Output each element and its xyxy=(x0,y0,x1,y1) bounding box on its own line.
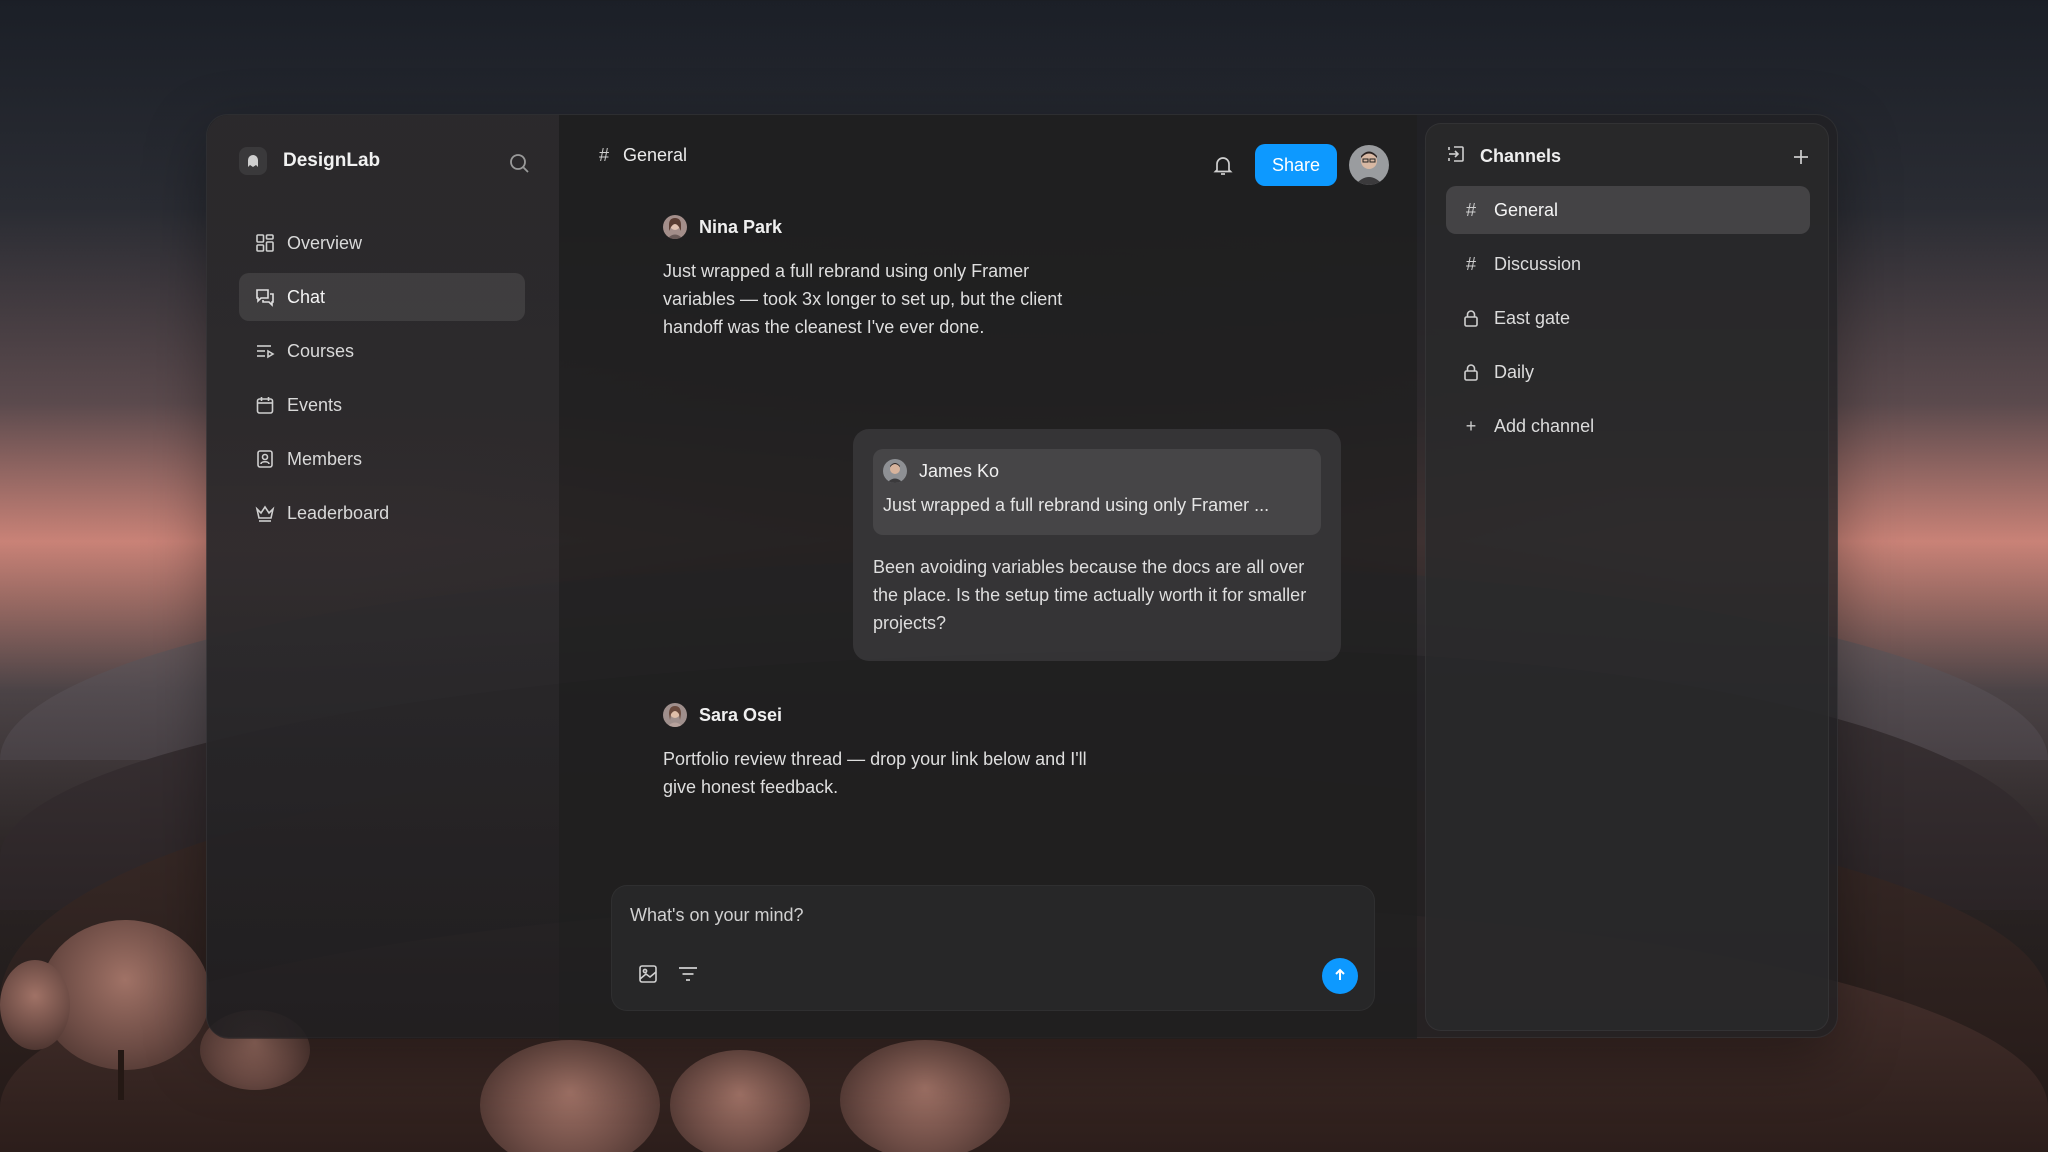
sidebar-item-label: Members xyxy=(287,448,363,469)
sidebar-item-events[interactable]: Events xyxy=(239,381,525,429)
channel-label: Daily xyxy=(1494,361,1535,382)
quote-text: Just wrapped a full rebrand using only F… xyxy=(883,495,1270,515)
hash-icon: # xyxy=(1465,199,1476,220)
message-author-name: Sara Osei xyxy=(699,704,783,725)
background-tree xyxy=(0,960,70,1050)
sidebar-item-chat[interactable]: Chat xyxy=(239,273,525,321)
image-icon[interactable] xyxy=(636,962,660,986)
members-icon xyxy=(255,449,275,469)
add-channel-plus-icon[interactable] xyxy=(1790,146,1812,168)
lock-icon xyxy=(1462,363,1480,381)
message-input[interactable] xyxy=(630,900,1330,930)
avatar[interactable] xyxy=(883,459,907,483)
lock-icon xyxy=(1462,309,1480,327)
sidebar-item-label: Courses xyxy=(287,340,355,361)
sidebar-item-overview[interactable]: Overview xyxy=(239,219,525,267)
share-button[interactable]: Share xyxy=(1255,144,1337,186)
brand-name: DesignLab xyxy=(283,150,381,171)
sidebar-item-label: Events xyxy=(287,394,343,415)
plus-icon: + xyxy=(1465,415,1477,436)
channel-item-discussion[interactable]: # Discussion xyxy=(1446,240,1810,288)
reply-card: James Ko Just wrapped a full rebrand usi… xyxy=(853,429,1341,661)
sidebar-item-label: Chat xyxy=(287,286,326,307)
page-title: General xyxy=(623,145,688,165)
calendar-icon xyxy=(255,395,275,415)
arrow-up-icon xyxy=(1332,967,1348,986)
sidebar: DesignLab Overview Chat Courses Events M… xyxy=(207,115,559,1039)
quoted-message[interactable]: James Ko Just wrapped a full rebrand usi… xyxy=(873,449,1321,535)
hash-icon: # xyxy=(1465,253,1476,274)
message-author-name: Nina Park xyxy=(699,216,783,237)
channel-label: East gate xyxy=(1494,307,1571,328)
sidebar-item-leaderboard[interactable]: Leaderboard xyxy=(239,489,525,537)
channels-title: Channels xyxy=(1480,146,1562,166)
sidebar-nav: Overview Chat Courses Events Members Lea… xyxy=(239,219,525,543)
reply-text: Been avoiding variables because the docs… xyxy=(873,557,1307,633)
bell-icon[interactable] xyxy=(1211,153,1235,177)
filter-icon[interactable] xyxy=(676,962,700,986)
courses-icon xyxy=(255,341,275,361)
sidebar-item-label: Leaderboard xyxy=(287,502,390,523)
message-item: Sara Osei Portfolio review thread — drop… xyxy=(663,703,1103,801)
background-tree-trunk xyxy=(118,1050,124,1100)
channel-list: # General # Discussion East gate Daily +… xyxy=(1446,186,1810,456)
channels-header: Channels xyxy=(1446,144,1561,169)
avatar[interactable] xyxy=(663,703,687,727)
channel-item-general[interactable]: # General xyxy=(1446,186,1810,234)
add-channel-button[interactable]: + Add channel xyxy=(1446,402,1810,450)
channel-item-east-gate[interactable]: East gate xyxy=(1446,294,1810,342)
channel-item-daily[interactable]: Daily xyxy=(1446,348,1810,396)
message-composer xyxy=(611,885,1375,1011)
background-tree xyxy=(840,1040,1010,1152)
message-text: Portfolio review thread — drop your link… xyxy=(663,749,1087,797)
sidebar-item-members[interactable]: Members xyxy=(239,435,525,483)
message-author: Sara Osei xyxy=(663,703,1103,727)
channels-icon xyxy=(1446,144,1466,169)
message-item: Nina Park Just wrapped a full rebrand us… xyxy=(663,215,1103,341)
background-tree xyxy=(670,1050,810,1152)
avatar[interactable] xyxy=(1349,145,1389,185)
message-author: Nina Park xyxy=(663,215,1103,239)
send-button[interactable] xyxy=(1322,958,1358,994)
channel-hash-icon: # xyxy=(599,145,610,165)
channel-label: General xyxy=(1494,199,1559,220)
message-text: Just wrapped a full rebrand using only F… xyxy=(663,261,1063,337)
crown-icon xyxy=(255,503,275,523)
chat-icon xyxy=(255,287,275,307)
quote-author: James Ko xyxy=(883,459,1311,483)
channels-panel: Channels # General # Discussion East gat… xyxy=(1425,123,1829,1031)
brand-logo-icon xyxy=(239,147,267,175)
sidebar-item-courses[interactable]: Courses xyxy=(239,327,525,375)
quote-author-name: James Ko xyxy=(919,460,1000,481)
app-window: DesignLab Overview Chat Courses Events M… xyxy=(206,114,1838,1039)
search-icon[interactable] xyxy=(507,151,531,175)
sidebar-item-label: Overview xyxy=(287,232,363,253)
chat-panel: # General Share Nina Park Just wrapped a… xyxy=(559,115,1417,1039)
channel-label: Discussion xyxy=(1494,253,1582,274)
brand[interactable]: DesignLab xyxy=(239,147,380,175)
channel-label: Add channel xyxy=(1494,415,1595,436)
chat-header: # General xyxy=(599,145,687,166)
dashboard-icon xyxy=(255,233,275,253)
avatar[interactable] xyxy=(663,215,687,239)
